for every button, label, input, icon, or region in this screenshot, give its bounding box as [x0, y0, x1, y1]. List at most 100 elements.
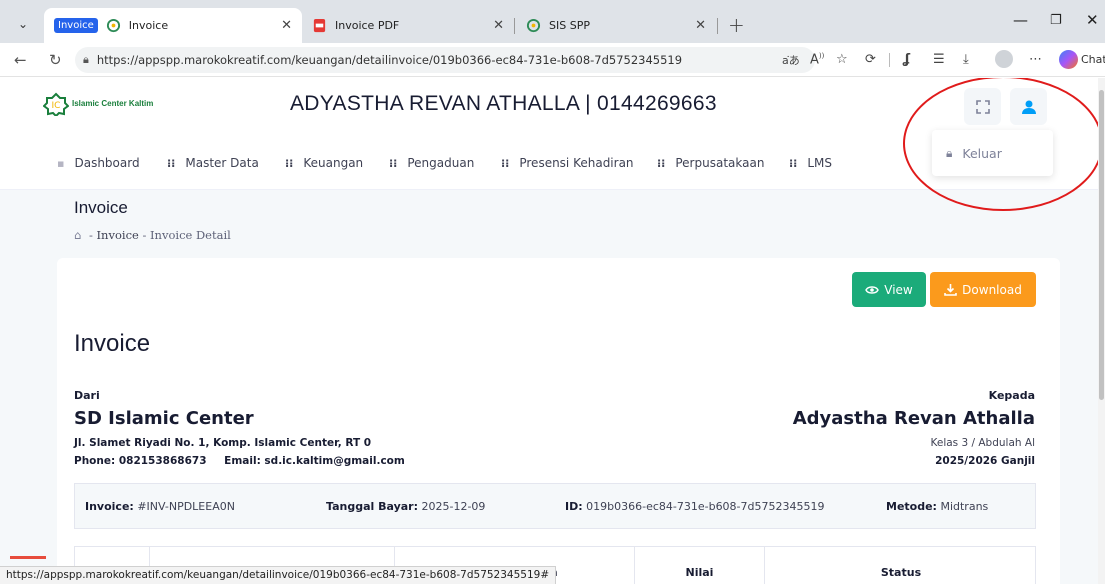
- more-options-icon[interactable]: ⋯: [1029, 52, 1042, 67]
- download-button[interactable]: Download: [930, 272, 1036, 307]
- tab-actions-chevron-icon[interactable]: ⌄: [11, 12, 35, 36]
- tab-sis-spp[interactable]: SIS SPP ✕: [516, 8, 716, 43]
- menu-item-presensi-kehadiran[interactable]: ⁝⁝ Presensi Kehadiran: [501, 156, 634, 170]
- islamic-center-favicon-icon: [526, 18, 541, 33]
- refresh-icon[interactable]: ↻: [49, 51, 62, 69]
- home-icon[interactable]: ⌂: [74, 228, 81, 242]
- tab-title: SIS SPP: [549, 19, 590, 32]
- invoice-heading: Invoice: [74, 330, 151, 357]
- tab-divider: [514, 18, 515, 34]
- from-label: Dari: [74, 389, 100, 402]
- school-name: SD Islamic Center: [74, 408, 254, 429]
- close-tab-icon[interactable]: ✕: [493, 18, 504, 33]
- link-status-bar: https://appspp.marokokreatif.com/keuanga…: [0, 566, 557, 584]
- favorites-list-icon[interactable]: ☰: [933, 52, 945, 67]
- invoice-number: Invoice: #INV-NPDLEEA0N: [85, 500, 235, 513]
- islamic-center-favicon-icon: [106, 18, 120, 33]
- tab-divider: [717, 18, 718, 34]
- recipient-name: Adyastha Revan Athalla: [792, 408, 1035, 429]
- view-label: View: [884, 282, 913, 297]
- copilot-icon[interactable]: [1059, 50, 1078, 69]
- chat-label[interactable]: Chat: [1081, 53, 1105, 66]
- browser-tab-strip: ⌄ Invoice Invoice ✕ Invoice PDF ✕ SIS SP…: [0, 0, 1105, 43]
- menu-item-label: Dashboard: [74, 156, 140, 170]
- menu-item-perpusatakaan[interactable]: ⁝⁝ Perpusatakaan: [657, 156, 764, 170]
- page-edge-marker: [10, 556, 46, 559]
- grid-dots-icon: ⁝⁝: [501, 156, 510, 170]
- site-info-lock-icon[interactable]: 🔒︎: [83, 53, 89, 67]
- academic-period: 2025/2026 Ganjil: [935, 455, 1035, 467]
- annotation-red-circle: [903, 78, 1103, 211]
- school-phone: Phone: 082153868673: [74, 455, 207, 467]
- tab-group-badge[interactable]: Invoice: [54, 18, 98, 33]
- student-name-heading: ADYASTHA REVAN ATHALLA | 0144269663: [290, 92, 717, 115]
- toolbar-divider: [889, 53, 890, 67]
- invoice-card: View Download Invoice Dari SD Islamic Ce…: [57, 258, 1060, 584]
- translate-icon[interactable]: a͘あ: [782, 52, 800, 68]
- islamic-center-logo-icon[interactable]: IC: [43, 92, 69, 116]
- logo-text[interactable]: Islamic Center Kaltim: [72, 99, 153, 108]
- download-icon: [944, 284, 957, 296]
- menu-item-master-data[interactable]: ⁝⁝ Master Data: [167, 156, 259, 170]
- tab-invoice[interactable]: Invoice Invoice ✕: [44, 8, 302, 43]
- address-bar[interactable]: 🔒︎ https://appspp.marokokreatif.com/keua…: [75, 47, 815, 73]
- extensions-icon[interactable]: ⟳: [865, 52, 876, 67]
- eye-icon: [865, 285, 880, 294]
- menu-item-lms[interactable]: ⁝⁝ LMS: [789, 156, 832, 170]
- downloads-icon[interactable]: ⤓: [963, 52, 969, 67]
- svg-text:IC: IC: [52, 101, 61, 111]
- col-header-status: Status: [880, 566, 922, 579]
- web-page: IC Islamic Center Kaltim ADYASTHA REVAN …: [0, 78, 1105, 584]
- tab-title: Invoice: [128, 19, 169, 32]
- page-title: Invoice: [74, 198, 128, 217]
- menu-item-pengaduan[interactable]: ⁝⁝ Pengaduan: [389, 156, 474, 170]
- school-address: Jl. Slamet Riyadi No. 1, Komp. Islamic C…: [74, 437, 372, 449]
- school-contact: Phone: 082153868673 Email: sd.ic.kaltim@…: [74, 455, 419, 467]
- close-window-icon[interactable]: ✕: [1086, 11, 1099, 29]
- school-email: Email: sd.ic.kaltim@gmail.com: [224, 455, 405, 467]
- new-tab-plus-icon[interactable]: +: [728, 13, 745, 37]
- pdf-file-icon: [313, 18, 326, 33]
- payment-date: Tanggal Bayar: 2025-12-09: [326, 500, 486, 513]
- menu-item-label: Pengaduan: [407, 156, 475, 170]
- to-label: Kepada: [988, 389, 1035, 402]
- restore-window-icon[interactable]: ❐: [1050, 13, 1062, 28]
- grid-dots-icon: ⁝⁝: [657, 156, 666, 170]
- split-screen-icon[interactable]: ʆ: [903, 52, 910, 67]
- payment-method: Metode: Midtrans: [886, 500, 989, 513]
- page-scrollbar[interactable]: [1098, 78, 1105, 584]
- menu-item-dashboard[interactable]: ▪︎ Dashboard: [57, 156, 140, 170]
- download-label: Download: [962, 282, 1022, 297]
- breadcrumb-invoice-detail: Invoice Detail: [150, 228, 231, 242]
- close-tab-icon[interactable]: ✕: [281, 18, 292, 33]
- breadcrumb-separator: -: [88, 228, 93, 242]
- minimize-window-icon[interactable]: —: [1013, 11, 1028, 29]
- tab-title: Invoice PDF: [335, 19, 400, 32]
- back-arrow-icon[interactable]: ←: [14, 51, 27, 69]
- col-header-nilai: Nilai: [635, 547, 765, 584]
- close-tab-icon[interactable]: ✕: [695, 18, 706, 33]
- profile-avatar-icon[interactable]: [995, 50, 1013, 68]
- recipient-class: Kelas 3 / Abdulah Al: [930, 437, 1036, 449]
- grid-dots-icon: ⁝⁝: [167, 156, 176, 170]
- breadcrumb: ⌂ - Invoice - Invoice Detail: [74, 228, 231, 242]
- menu-item-label: LMS: [807, 156, 833, 170]
- breadcrumb-invoice[interactable]: Invoice: [97, 228, 139, 242]
- menu-item-label: Perpusatakaan: [675, 156, 765, 170]
- grid-dots-icon: ⁝⁝: [789, 156, 798, 170]
- url-text[interactable]: https://appspp.marokokreatif.com/keuanga…: [97, 53, 682, 67]
- menu-item-label: Master Data: [185, 156, 259, 170]
- invoice-id: ID: 019b0366-ec84-731e-b608-7d5752345519: [565, 500, 825, 513]
- scrollbar-thumb[interactable]: [1099, 90, 1104, 400]
- read-aloud-icon[interactable]: A)): [810, 52, 824, 67]
- breadcrumb-separator: -: [142, 228, 147, 242]
- view-button[interactable]: View: [852, 272, 926, 307]
- menu-item-label: Presensi Kehadiran: [519, 156, 634, 170]
- invoice-info-bar: Invoice: #INV-NPDLEEA0N Tanggal Bayar: 2…: [74, 483, 1036, 529]
- grid-dots-icon: ⁝⁝: [389, 156, 398, 170]
- menu-item-label: Keuangan: [303, 156, 364, 170]
- grid-dots-icon: ⁝⁝: [285, 156, 294, 170]
- favorite-star-icon[interactable]: ☆: [836, 52, 848, 67]
- menu-item-keuangan[interactable]: ⁝⁝ Keuangan: [285, 156, 363, 170]
- tab-invoice-pdf[interactable]: Invoice PDF ✕: [302, 8, 514, 43]
